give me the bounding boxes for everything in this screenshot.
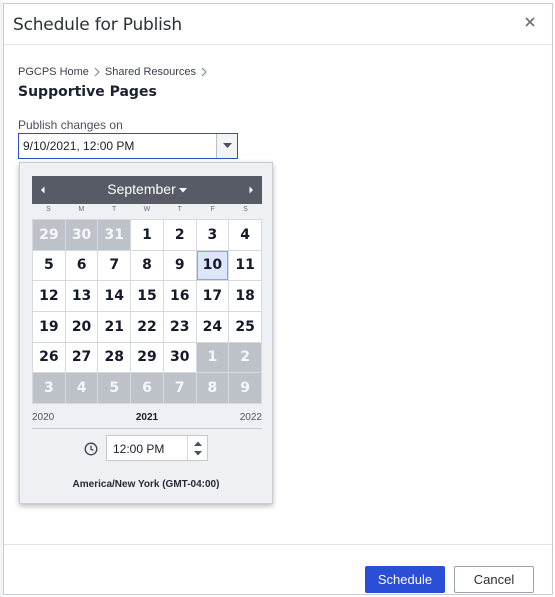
year-selector: 2021 2020 2022 — [32, 412, 262, 426]
caret-down-icon — [178, 187, 187, 193]
calendar-day[interactable]: 23 — [163, 311, 196, 342]
publish-date-label: Publish changes on — [18, 118, 123, 132]
breadcrumb-item-shared-resources[interactable]: Shared Resources — [105, 66, 196, 78]
calendar-day[interactable]: 22 — [131, 311, 163, 342]
time-input[interactable]: 12:00 PM — [106, 435, 208, 461]
close-icon — [525, 17, 535, 27]
calendar-day[interactable]: 7 — [98, 250, 131, 281]
calendar-day[interactable]: 2 — [163, 220, 196, 250]
calendar-day[interactable]: 9 — [163, 250, 196, 281]
publish-date-value: 9/10/2021, 12:00 PM — [23, 139, 135, 153]
calendar-day[interactable]: 27 — [65, 342, 98, 373]
weekday-label: S — [243, 206, 248, 213]
calendar-day[interactable]: 6 — [65, 250, 98, 281]
breadcrumb: PGCPS Home Shared Resources — [18, 66, 212, 78]
calendar-day[interactable]: 20 — [65, 311, 98, 342]
weekday-label: T — [111, 206, 117, 213]
dialog-header: Schedule for Publish — [4, 4, 552, 45]
calendar-day[interactable]: 29 — [131, 342, 163, 373]
month-selector[interactable]: September — [32, 181, 262, 197]
timezone-label: America/New York (GMT-04:00) — [72, 479, 220, 490]
schedule-dialog: Schedule for Publish PGCPS Home Shared R… — [3, 3, 553, 595]
calendar-day-other-month[interactable]: 5 — [98, 373, 131, 403]
calendar-day[interactable]: 8 — [131, 250, 163, 281]
next-year[interactable]: 2022 — [240, 412, 262, 423]
previous-year[interactable]: 2020 — [32, 412, 54, 423]
calendar-day[interactable]: 25 — [229, 311, 261, 342]
calendar-day-other-month[interactable]: 1 — [196, 342, 229, 373]
close-button[interactable] — [522, 14, 538, 30]
calendar-day[interactable]: 13 — [65, 281, 98, 311]
calendar-day-other-month[interactable]: 4 — [65, 373, 98, 403]
clock-icon — [84, 442, 98, 456]
calendar-day[interactable]: 16 — [163, 281, 196, 311]
calendar-day[interactable]: 17 — [196, 281, 229, 311]
time-spinner — [187, 436, 207, 460]
calendar-day[interactable]: 26 — [33, 342, 65, 373]
day-grid: 29 30 31 1 2 3 4 5 6 7 8 9 10 11 12 13 14 15 16 17 18 19 20 21 2… — [32, 219, 262, 404]
spinner-down-icon[interactable] — [194, 450, 202, 456]
weekday-header: SMTWTFS — [32, 206, 262, 218]
divider — [32, 428, 262, 429]
weekday-label: M — [78, 206, 85, 213]
calendar-day[interactable]: 15 — [131, 281, 163, 311]
cancel-button[interactable]: Cancel — [454, 566, 534, 593]
calendar-day[interactable]: 11 — [229, 250, 261, 281]
weekday-label: W — [143, 206, 151, 213]
current-year: 2021 — [135, 412, 159, 423]
date-picker-popup: September SMTWTFS 29 30 31 1 2 3 4 5 6 7 8 9 10 11 12 1… — [19, 162, 273, 504]
calendar-day-other-month[interactable]: 9 — [229, 373, 261, 403]
calendar-day[interactable]: 19 — [33, 311, 65, 342]
calendar-day-other-month[interactable]: 2 — [229, 342, 261, 373]
dialog-footer: Schedule Cancel — [4, 544, 552, 594]
calendar-day[interactable]: 18 — [229, 281, 261, 311]
dialog-title: Schedule for Publish — [13, 15, 182, 35]
calendar-day[interactable]: 21 — [98, 311, 131, 342]
month-navigation-bar: September — [32, 176, 262, 204]
calendar-day[interactable]: 5 — [33, 250, 65, 281]
calendar-day-other-month[interactable]: 7 — [163, 373, 196, 403]
weekday-label: S — [46, 206, 51, 213]
calendar-day-selected[interactable]: 10 — [196, 250, 229, 281]
date-dropdown-button[interactable] — [216, 134, 237, 158]
calendar-day[interactable]: 1 — [131, 220, 163, 250]
calendar-day[interactable]: 14 — [98, 281, 131, 311]
publish-date-input[interactable]: 9/10/2021, 12:00 PM — [18, 133, 238, 159]
breadcrumb-item-home[interactable]: PGCPS Home — [18, 66, 89, 78]
spinner-up-icon[interactable] — [194, 441, 202, 447]
chevron-right-icon — [94, 67, 100, 77]
calendar-day[interactable]: 24 — [196, 311, 229, 342]
calendar-day[interactable]: 4 — [229, 220, 261, 250]
calendar-day-other-month[interactable]: 29 — [33, 220, 65, 250]
calendar-day-other-month[interactable]: 31 — [98, 220, 131, 250]
page-title: Supportive Pages — [18, 84, 157, 100]
calendar-day[interactable]: 28 — [98, 342, 131, 373]
calendar-day-other-month[interactable]: 6 — [131, 373, 163, 403]
calendar-day[interactable]: 12 — [33, 281, 65, 311]
chevron-right-icon — [201, 67, 207, 77]
caret-down-icon — [223, 143, 232, 148]
calendar-day-other-month[interactable]: 8 — [196, 373, 229, 403]
weekday-label: T — [177, 206, 182, 213]
month-name: September — [107, 181, 176, 197]
time-value: 12:00 PM — [113, 442, 165, 456]
schedule-button[interactable]: Schedule — [365, 566, 445, 593]
next-month-icon[interactable] — [246, 185, 256, 195]
calendar-day[interactable]: 30 — [163, 342, 196, 373]
weekday-label: F — [210, 206, 215, 213]
calendar-day-other-month[interactable]: 3 — [33, 373, 65, 403]
calendar-day[interactable]: 3 — [196, 220, 229, 250]
calendar-day-other-month[interactable]: 30 — [65, 220, 98, 250]
